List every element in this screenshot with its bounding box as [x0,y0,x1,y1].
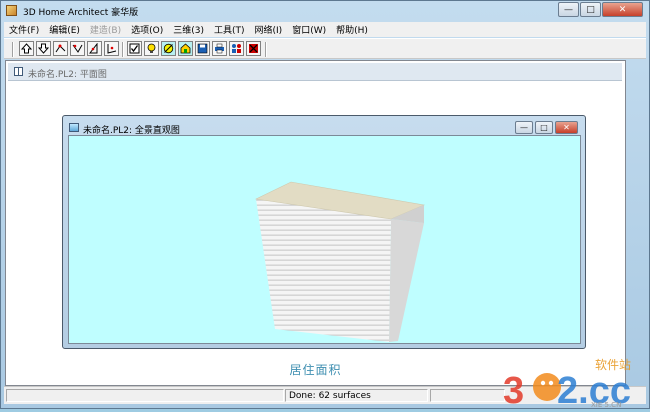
overview-maximize-button[interactable]: □ [535,121,553,134]
checkbox-icon[interactable] [127,41,142,56]
3d-model [254,181,426,342]
close-button[interactable]: ✕ [602,2,643,17]
save-icon[interactable] [195,41,210,56]
menu-network[interactable]: 网络(I) [250,23,288,36]
tools-icon[interactable] [246,41,261,56]
toolbar [4,38,646,59]
3d-viewport[interactable] [68,135,581,344]
app-window: 3D Home Architect 豪华版 — □ ✕ 文件(F) 编辑(E) … [0,0,650,412]
window-title: 3D Home Architect 豪华版 [23,8,139,18]
window-controls: — □ ✕ [557,2,643,17]
menu-bar: 文件(F) 编辑(E) 建造(B) 选项(O) 三维(3) 工具(T) 网络(I… [4,22,646,37]
app-icon[interactable] [6,5,17,16]
minimize-button[interactable]: — [558,2,579,17]
watermark-sub: XIE 5.CN [591,401,621,409]
toolbar-separator [265,42,267,57]
menu-window[interactable]: 窗口(W) [287,23,331,36]
menu-3d[interactable]: 三维(3) [168,23,209,36]
overview-window-controls: — □ ✕ [513,121,578,134]
overview-icon[interactable] [70,41,85,56]
toolbar-separator [12,42,14,57]
print-icon[interactable] [212,41,227,56]
menu-options[interactable]: 选项(O) [126,23,168,36]
overview-window-icon [69,123,79,132]
arrow-up-icon[interactable] [19,41,34,56]
plan-window-header[interactable]: 未命名.PL2: 平面图 [8,63,622,81]
elevation-icon[interactable] [104,41,119,56]
people-icon[interactable] [229,41,244,56]
maximize-button[interactable]: □ [580,2,601,17]
camera-view-icon[interactable] [53,41,68,56]
materials-icon[interactable] [161,41,176,56]
watermark-brand: 软件站 [595,358,631,372]
title-bar[interactable]: 3D Home Architect 豪华版 — □ ✕ [1,1,649,21]
svg-text:3: 3 [503,370,524,409]
house-icon[interactable] [178,41,193,56]
light-bulb-icon[interactable] [144,41,159,56]
plan-window-title: 未命名.PL2: 平面图 [28,70,107,80]
overview-minimize-button[interactable]: — [515,121,533,134]
watermark-logo: 3 2.cc 软件站 XIE 5.CN [499,353,647,412]
plan-view-icon [14,67,23,76]
overview-close-button[interactable]: ✕ [555,121,578,134]
arrow-down-icon[interactable] [36,41,51,56]
status-pane [6,389,284,402]
toolbar-separator [122,42,124,57]
menu-file[interactable]: 文件(F) [4,23,44,36]
menu-build[interactable]: 建造(B) [85,23,126,36]
perspective-icon[interactable] [87,41,102,56]
status-pane [430,389,505,402]
menu-help[interactable]: 帮助(H) [331,23,373,36]
status-text: Done: 62 surfaces [289,391,371,401]
menu-edit[interactable]: 编辑(E) [44,23,85,36]
menu-tools[interactable]: 工具(T) [209,23,250,36]
overview-window[interactable]: 未命名.PL2: 全景直观图 — □ ✕ [62,115,586,349]
